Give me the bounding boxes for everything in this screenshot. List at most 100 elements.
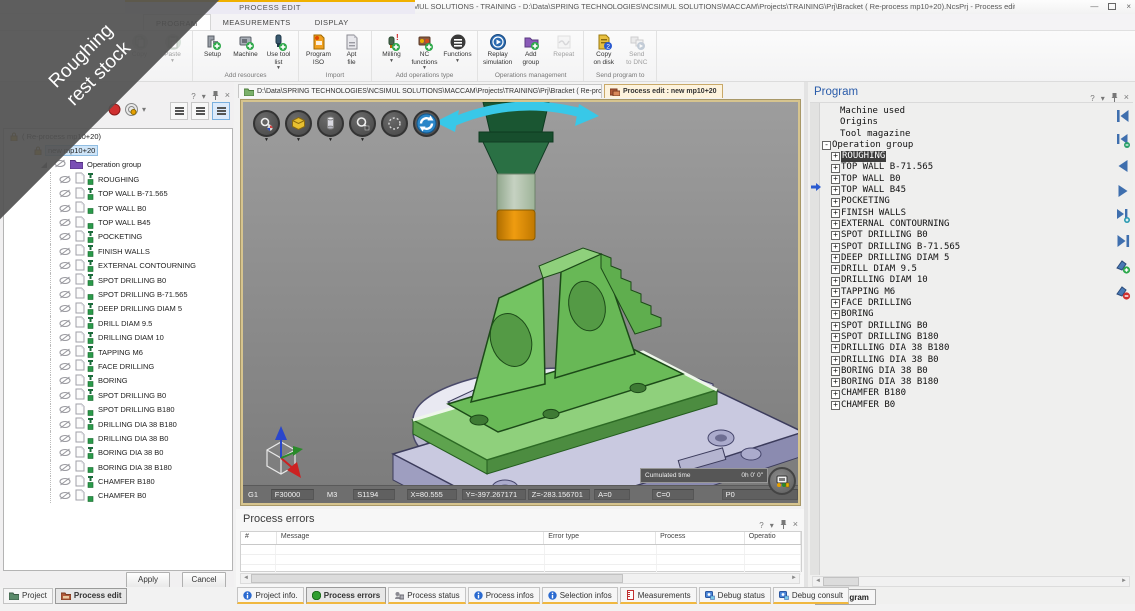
viewport-tool-stock[interactable]: ▼ xyxy=(285,110,312,143)
collapse-box-icon[interactable]: - xyxy=(822,141,831,150)
close-icon[interactable]: × xyxy=(1124,93,1129,101)
eye-off-icon[interactable] xyxy=(59,362,71,371)
program-operation-roughing[interactable]: +ROUGHING xyxy=(822,151,960,162)
tree-operation-top-wall-b0[interactable]: TOP WALL B0 xyxy=(4,201,232,215)
expand-box-icon[interactable]: + xyxy=(831,198,840,207)
tree-operation-top-wall-b-71-565[interactable]: TOP WALL B-71.565 xyxy=(4,187,232,201)
tree-operation-spot-drilling-b-71-565[interactable]: SPOT DRILLING B-71.565 xyxy=(4,287,232,301)
eye-off-icon[interactable] xyxy=(59,376,71,385)
program-panel-hscrollbar[interactable]: ◄ ► xyxy=(812,576,1130,587)
eye-off-icon[interactable] xyxy=(59,491,71,500)
column-num[interactable]: # xyxy=(241,532,277,544)
pin-icon[interactable] xyxy=(1111,93,1118,102)
expand-box-icon[interactable]: + xyxy=(831,152,840,161)
copy-on-disk-button[interactable]: 2Copy on disk xyxy=(587,32,620,71)
tree-operation-chamfer-b0[interactable]: CHAMFER B0 xyxy=(4,489,232,503)
eye-off-icon[interactable] xyxy=(59,405,71,414)
nc-functions-button[interactable]: NC functions▼ xyxy=(408,32,441,71)
expand-box-icon[interactable]: + xyxy=(831,310,840,319)
tree-operation-drilling-diam-10[interactable]: DRILLING DIAM 10 xyxy=(4,330,232,344)
viewport-tool-tool-cylinder[interactable]: ▼ xyxy=(317,110,344,143)
list-view-button-1[interactable] xyxy=(170,102,188,120)
program-operation-finish-walls[interactable]: +FINISH WALLS xyxy=(822,208,960,219)
expand-box-icon[interactable]: + xyxy=(831,356,840,365)
scroll-right-arrow[interactable]: ► xyxy=(789,574,799,583)
eye-off-icon[interactable] xyxy=(59,276,71,285)
expand-box-icon[interactable]: + xyxy=(831,243,840,252)
tree-operation-face-drilling[interactable]: FACE DRILLING xyxy=(4,359,232,373)
program-operation-top-wall-b45[interactable]: +TOP WALL B45 xyxy=(822,185,960,196)
document-tab-active[interactable]: Process edit : new mp10+20 xyxy=(604,84,723,98)
scroll-thumb[interactable] xyxy=(823,577,859,586)
expand-box-icon[interactable]: + xyxy=(831,401,840,410)
program-operation-drilling-dia-38-b180[interactable]: +DRILLING DIA 38 B180 xyxy=(822,343,960,354)
expand-box-icon[interactable]: + xyxy=(831,209,840,218)
step-forward-button[interactable] xyxy=(1115,184,1131,203)
tree-operation-drill-diam-9-5[interactable]: DRILL DIAM 9.5 xyxy=(4,316,232,330)
tree-operation-chamfer-b180[interactable]: CHAMFER B180 xyxy=(4,474,232,488)
viewport-tool-zoom[interactable]: ▼ xyxy=(349,110,376,143)
process-errors-hscrollbar[interactable]: ◄ ► xyxy=(240,573,800,584)
close-icon[interactable]: × xyxy=(793,520,798,528)
tree-operation-top-wall-b45[interactable]: TOP WALL B45 xyxy=(4,215,232,229)
expand-box-icon[interactable]: + xyxy=(831,299,840,308)
tree-operation-drilling-dia-38-b180[interactable]: DRILLING DIA 38 B180 xyxy=(4,417,232,431)
tree-operation-finish-walls[interactable]: FINISH WALLS xyxy=(4,244,232,258)
expand-box-icon[interactable]: + xyxy=(831,333,840,342)
expand-box-icon[interactable]: + xyxy=(831,322,840,331)
tab-debug-status[interactable]: Debug status xyxy=(699,587,771,604)
column-message[interactable]: Message xyxy=(277,532,544,544)
eye-off-icon[interactable] xyxy=(59,463,71,472)
eye-off-icon[interactable] xyxy=(59,477,71,486)
program-operation-drilling-diam-10[interactable]: +DRILLING DIAM 10 xyxy=(822,275,960,286)
eye-off-icon[interactable] xyxy=(59,391,71,400)
replay-simulation-button[interactable]: Replay simulation xyxy=(481,32,514,71)
tree-operation-spot-drilling-b0[interactable]: SPOT DRILLING B0 xyxy=(4,273,232,287)
add-group-button[interactable]: Add group xyxy=(514,32,547,71)
machine-status-icon[interactable] xyxy=(768,467,796,495)
column-error-type[interactable]: Error type xyxy=(544,532,656,544)
scroll-thumb[interactable] xyxy=(251,574,623,583)
program-operation-chamfer-b0[interactable]: +CHAMFER B0 xyxy=(822,400,960,411)
tab-project-info[interactable]: Project info. xyxy=(237,587,303,604)
program-group-operation-group[interactable]: -Operation group xyxy=(822,140,960,151)
close-button[interactable]: × xyxy=(1126,2,1131,12)
program-operation-spot-drilling-b-71-565[interactable]: +SPOT DRILLING B-71.565 xyxy=(822,242,960,253)
tab-debug-consult[interactable]: Debug consult xyxy=(773,587,849,604)
apply-button[interactable]: Apply xyxy=(126,572,170,588)
eye-off-icon[interactable] xyxy=(59,204,71,213)
program-iso-button[interactable]: Program ISO xyxy=(302,32,335,71)
scroll-left-arrow[interactable]: ◄ xyxy=(241,574,251,583)
ribbon-tab-display[interactable]: DISPLAY xyxy=(303,14,361,30)
cancel-button[interactable]: Cancel xyxy=(182,572,226,588)
eye-off-icon[interactable] xyxy=(59,290,71,299)
expand-box-icon[interactable]: + xyxy=(831,344,840,353)
tab-process-status[interactable]: Process status xyxy=(388,587,465,604)
viewport-tool-view-mode[interactable]: ▼ xyxy=(253,110,280,143)
expand-box-icon[interactable]: + xyxy=(831,254,840,263)
eye-off-icon[interactable] xyxy=(59,304,71,313)
step-back-button[interactable] xyxy=(1115,159,1131,178)
program-item-origins[interactable]: Origins xyxy=(822,117,960,128)
list-view-button-2[interactable] xyxy=(191,102,209,120)
expand-box-icon[interactable]: + xyxy=(831,186,840,195)
program-operation-chamfer-b180[interactable]: +CHAMFER B180 xyxy=(822,388,960,399)
program-operation-pocketing[interactable]: +POCKETING xyxy=(822,196,960,207)
tree-operation-spot-drilling-b180[interactable]: SPOT DRILLING B180 xyxy=(4,402,232,416)
go-next-tool-button[interactable] xyxy=(1115,209,1131,228)
machine-button[interactable]: Machine xyxy=(229,32,262,71)
tree-operation-boring-dia-38-b0[interactable]: BORING DIA 38 B0 xyxy=(4,446,232,460)
setup-button[interactable]: Setup xyxy=(196,32,229,71)
eye-off-icon[interactable] xyxy=(59,348,71,357)
program-operation-external-contourning[interactable]: +EXTERNAL CONTOURNING xyxy=(822,219,960,230)
tab-process-errors[interactable]: Process errors xyxy=(306,587,386,604)
tree-operation-drilling-dia-38-b0[interactable]: DRILLING DIA 38 B0 xyxy=(4,431,232,445)
program-operation-spot-drilling-b0[interactable]: +SPOT DRILLING B0 xyxy=(822,230,960,241)
program-operation-boring[interactable]: +BORING xyxy=(822,309,960,320)
pin-icon[interactable] xyxy=(212,91,219,100)
go-last-button[interactable] xyxy=(1115,234,1131,253)
send-to-dnc-button[interactable]: Send to DNC xyxy=(620,32,653,71)
eye-off-icon[interactable] xyxy=(59,232,71,241)
tab-measurements[interactable]: Measurements xyxy=(620,587,697,604)
expand-box-icon[interactable]: + xyxy=(831,175,840,184)
